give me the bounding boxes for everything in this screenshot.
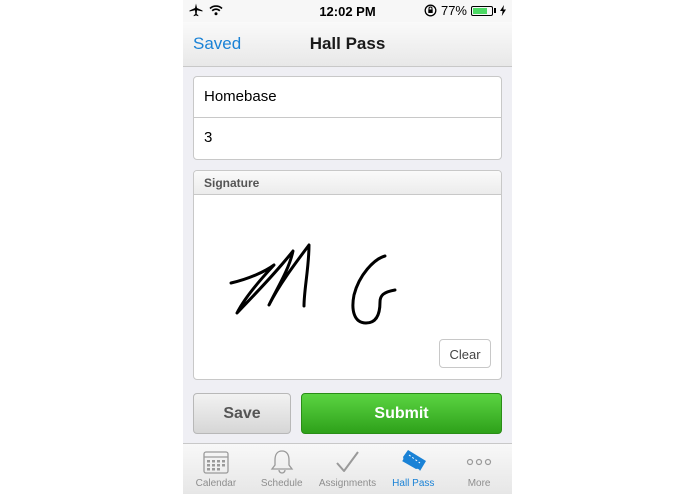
battery-percent: 77%	[440, 3, 467, 18]
bell-icon	[270, 450, 293, 474]
tab-bar: Calendar Schedule Assignments Hall Pass	[183, 443, 512, 494]
tab-hall-pass[interactable]: Hall Pass	[380, 444, 446, 494]
checkmark-icon	[336, 451, 360, 472]
more-icon	[466, 458, 492, 466]
tab-more[interactable]: More	[446, 444, 512, 494]
signature-stroke	[229, 243, 311, 315]
battery-tip	[494, 8, 496, 13]
calendar-icon	[203, 451, 229, 474]
tab-assignments[interactable]: Assignments	[315, 444, 381, 494]
signature-stroke	[351, 254, 397, 325]
signature-panel: Signature Clear	[193, 170, 502, 380]
tab-label: Calendar	[195, 478, 237, 489]
page-title: Hall Pass	[309, 34, 386, 53]
tab-label: Schedule	[260, 478, 303, 489]
ticket-icon	[402, 450, 427, 471]
signature-header: Signature	[194, 171, 501, 195]
tab-label: More	[467, 478, 491, 489]
submit-button[interactable]: Submit	[301, 393, 502, 434]
tab-label: Hall Pass	[392, 478, 435, 489]
tab-schedule[interactable]: Schedule	[249, 444, 315, 494]
battery-fill	[473, 7, 487, 14]
tab-label: Assignments	[318, 478, 377, 489]
form-fields: Homebase 3	[193, 76, 502, 160]
save-button[interactable]: Save	[193, 393, 291, 434]
period-field[interactable]: 3	[194, 118, 501, 159]
status-right: 77%	[424, 3, 506, 18]
orientation-lock-icon	[424, 4, 437, 17]
destination-field[interactable]: Homebase	[194, 77, 501, 118]
clear-button[interactable]: Clear	[439, 339, 491, 368]
phone-screen: 12:02 PM 77% Saved Hall Pass Homebase 3 …	[183, 0, 512, 494]
battery-icon	[471, 5, 493, 16]
tab-calendar[interactable]: Calendar	[183, 444, 249, 494]
status-bar: 12:02 PM 77%	[183, 0, 512, 22]
charging-icon	[500, 5, 506, 16]
navigation-bar: Saved Hall Pass	[183, 22, 512, 67]
